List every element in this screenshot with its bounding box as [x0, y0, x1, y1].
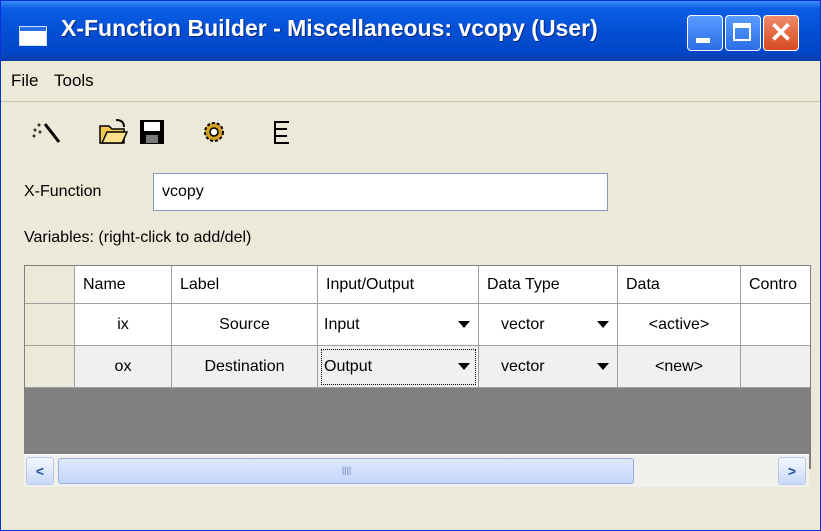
column-header-input-output[interactable]: Input/Output [318, 266, 479, 304]
minimize-button[interactable] [687, 15, 723, 51]
cell-data[interactable]: <active> [618, 304, 741, 346]
xfunction-name-input[interactable] [153, 173, 608, 211]
variables-label: Variables: (right-click to add/del) [24, 229, 252, 246]
xfunction-label: X-Function [24, 183, 102, 200]
dropdown-arrow-icon[interactable] [597, 363, 609, 370]
cell-control[interactable] [741, 304, 810, 346]
save-disk-icon[interactable] [139, 118, 165, 146]
column-header-control[interactable]: Contro [741, 266, 810, 304]
column-header-data[interactable]: Data [618, 266, 741, 304]
menu-tools[interactable]: Tools [54, 71, 94, 91]
new-wand-icon[interactable] [29, 118, 63, 146]
cell-control[interactable] [741, 346, 810, 388]
horizontal-scrollbar[interactable]: < IIII > [24, 454, 809, 487]
cell-input-output-dropdown[interactable]: Input [318, 304, 479, 346]
column-header-data-type[interactable]: Data Type [479, 266, 618, 304]
dropdown-value: Output [324, 357, 373, 375]
title-bar[interactable]: X-Function Builder - Miscellaneous: vcop… [1, 1, 820, 61]
row-header[interactable] [25, 304, 75, 346]
grid-corner [25, 266, 75, 304]
dropdown-arrow-icon[interactable] [458, 363, 470, 370]
menu-file[interactable]: File [11, 71, 38, 91]
scroll-right-icon[interactable]: > [778, 457, 806, 485]
tree-view-icon[interactable] [269, 118, 293, 146]
cell-label[interactable]: Source [172, 304, 318, 346]
cell-data[interactable]: <new> [618, 346, 741, 388]
column-header-name[interactable]: Name [75, 266, 172, 304]
window-title: X-Function Builder - Miscellaneous: vcop… [61, 15, 598, 41]
open-folder-icon[interactable] [98, 118, 128, 146]
x-function-builder-window: X-Function Builder - Miscellaneous: vcop… [0, 0, 821, 531]
grid-header-row: Name Label Input/Output Data Type Data C… [25, 266, 810, 304]
dropdown-value: vector [501, 315, 545, 333]
close-button[interactable]: ✕ [763, 15, 799, 51]
cell-input-output-dropdown[interactable]: Output [318, 346, 479, 388]
window-icon [19, 26, 47, 46]
dropdown-value: Input [324, 315, 360, 333]
menu-bar: File Tools [1, 61, 820, 102]
cell-data-type-dropdown[interactable]: vector [479, 346, 618, 388]
row-header[interactable] [25, 346, 75, 388]
toolbar [1, 102, 820, 162]
dropdown-value: vector [501, 357, 545, 375]
maximize-button[interactable] [725, 15, 761, 51]
grip-icon: IIII [341, 464, 351, 478]
cell-label[interactable]: Destination [172, 346, 318, 388]
column-header-label[interactable]: Label [172, 266, 318, 304]
dropdown-arrow-icon[interactable] [597, 321, 609, 328]
scrollbar-thumb[interactable]: IIII [58, 458, 634, 484]
settings-gear-icon[interactable] [199, 118, 229, 146]
cell-name[interactable]: ox [75, 346, 172, 388]
dropdown-arrow-icon[interactable] [458, 321, 470, 328]
cell-data-type-dropdown[interactable]: vector [479, 304, 618, 346]
variables-grid[interactable]: Name Label Input/Output Data Type Data C… [24, 265, 811, 469]
cell-name[interactable]: ix [75, 304, 172, 346]
close-icon: ✕ [769, 17, 793, 48]
scroll-left-icon[interactable]: < [26, 457, 54, 485]
